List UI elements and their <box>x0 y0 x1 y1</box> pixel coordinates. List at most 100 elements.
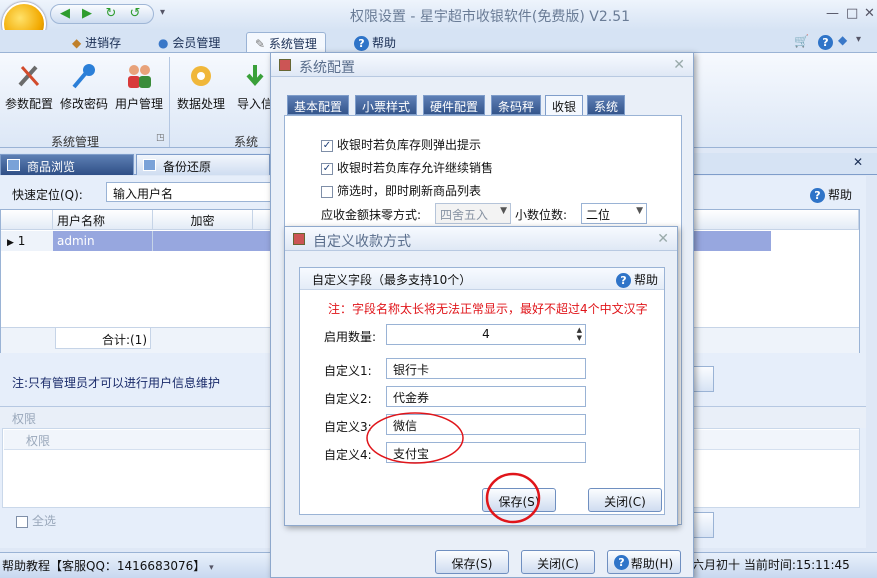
custom-save-button[interactable]: 保存(S) <box>482 488 556 512</box>
grid-header-username[interactable]: 用户名称 <box>53 210 153 230</box>
group-launcher-icon[interactable]: ◳ <box>156 133 165 143</box>
option-negative-stock-allow[interactable]: ✓ 收银时若负库存允许继续销售 <box>321 159 493 176</box>
help-label: 帮助 <box>634 273 659 287</box>
data-processing-button[interactable]: 数据处理 <box>174 61 228 112</box>
checkbox-checked: ✓ <box>321 139 333 152</box>
button-label: 修改密码 <box>59 97 108 111</box>
option-negative-stock-prompt[interactable]: ✓ 收银时若负库存则弹出提示 <box>321 136 481 153</box>
doc-tab-product-browse[interactable]: 商品浏览 <box>0 154 134 175</box>
dialog-close-icon[interactable]: ✕ <box>673 57 685 73</box>
custom-field-4-input[interactable]: 支付宝 <box>386 442 586 463</box>
grid-icon <box>7 159 20 171</box>
status-dropdown-icon[interactable]: ▾ <box>209 563 214 573</box>
dialog-title-bar: 自定义收款方式 ✕ <box>285 227 677 251</box>
dialog-title: 系统配置 <box>299 60 355 76</box>
custom-field-1-input[interactable]: 银行卡 <box>386 358 586 379</box>
tab-help[interactable]: ? 帮助 <box>346 32 404 52</box>
tab-system[interactable]: ✎ 系统管理 <box>246 32 326 52</box>
option-label: 筛选时，即时刷新商品列表 <box>337 184 482 198</box>
group-help-link[interactable]: ? 帮助 <box>616 271 658 288</box>
tab-receipt-style[interactable]: 小票样式 <box>355 95 418 115</box>
rounding-value: 四舍五入 <box>440 208 489 222</box>
table-row-indicator[interactable]: ▶ 1 <box>1 231 53 251</box>
custom-field-group: 自定义字段（最多支持10个） ? 帮助 注：字段名称太长将无法正常显示，最好不超过… <box>299 267 665 515</box>
select-all-checkbox[interactable]: 全选 <box>16 512 56 529</box>
tools-icon <box>18 65 40 87</box>
status-datetime: 六月初十 当前时间:15:11:45 <box>692 558 850 572</box>
quick-access-toolbar: ◀ ▶ ↻ ↺ <box>50 4 154 24</box>
tab-label: 备份还原 <box>163 160 212 174</box>
tab-label: 帮助 <box>372 36 397 50</box>
config-close-button[interactable]: 关闭(C) <box>521 550 595 574</box>
admin-note: 注:只有管理员才可以进行用户信息维护 <box>12 376 221 390</box>
dialog-icon <box>293 233 305 245</box>
quick-locate-input[interactable]: 输入用户名 <box>106 182 276 202</box>
tab-inventory[interactable]: ◆ 进销存 <box>64 32 129 52</box>
dialog-icon <box>279 59 291 71</box>
refresh-icon[interactable]: ↻ <box>103 7 119 21</box>
help-icon: ? <box>354 36 369 51</box>
checkbox-unchecked <box>321 185 333 198</box>
group-separator <box>169 57 170 147</box>
back-icon[interactable]: ◀ <box>57 7 73 21</box>
help-icon: ? <box>616 273 631 288</box>
rounding-select[interactable]: 四舍五入 ▼ <box>435 203 511 224</box>
cart-icon[interactable]: 🛒 <box>794 34 809 48</box>
doc-tab-backup-restore[interactable]: 备份还原 <box>136 154 270 175</box>
gear-icon <box>191 66 211 86</box>
restore-button[interactable]: □ <box>846 6 858 21</box>
help-link[interactable]: ? 帮助 <box>810 186 852 203</box>
undo-icon[interactable]: ↺ <box>127 7 143 21</box>
select-all-label: 全选 <box>32 514 57 528</box>
tab-cashier[interactable]: 收银 <box>545 95 584 116</box>
custom-field-2-input[interactable]: 代金券 <box>386 386 586 407</box>
forward-icon[interactable]: ▶ <box>79 7 95 21</box>
qat-dropdown-icon[interactable]: ▾ <box>160 7 165 18</box>
close-button[interactable]: ✕ <box>864 6 875 21</box>
button-label: 数据处理 <box>176 97 225 111</box>
param-config-button[interactable]: 参数配置 <box>2 61 56 112</box>
ribbon-dropdown-icon[interactable]: ▾ <box>856 34 861 45</box>
help-icon: ? <box>810 188 825 203</box>
spin-arrows-icon[interactable]: ▲ ▼ <box>577 326 582 342</box>
help-icon: ? <box>614 555 629 570</box>
skin-icon[interactable]: ◆ <box>838 33 847 47</box>
status-help-text[interactable]: 帮助教程【客服QQ：1416683076】 <box>2 559 205 573</box>
tab-label: 商品浏览 <box>27 160 76 174</box>
chevron-down-icon: ▼ <box>636 206 643 216</box>
custom-close-button[interactable]: 关闭(C) <box>588 488 662 512</box>
dialog-close-icon[interactable]: ✕ <box>657 231 669 247</box>
close-tab-icon[interactable]: ✕ <box>853 155 863 169</box>
ribbon-tab-bar: ◆ 进销存 ● 会员管理 ✎ 系统管理 ? 帮助 🛒 ? ◆ ▾ <box>0 30 877 52</box>
tab-system-settings[interactable]: 系统 <box>587 95 626 115</box>
grid-header-encrypt[interactable]: 加密 <box>153 210 253 230</box>
tab-barcode-scale[interactable]: 条码秤 <box>491 95 542 115</box>
dialog-title: 自定义收款方式 <box>313 234 411 250</box>
field-length-warning: 注：字段名称太长将无法正常显示，最好不超过4个中文汉字 <box>328 302 648 316</box>
user-management-button[interactable]: 用户管理 <box>112 61 166 112</box>
tab-basic-config[interactable]: 基本配置 <box>287 95 350 115</box>
grid-header-indicator <box>1 210 53 230</box>
window-title: 权限设置 - 星宇超市收银软件(免费版) V2.51 <box>349 9 631 25</box>
table-cell-username[interactable]: admin <box>53 231 153 251</box>
help-icon[interactable]: ? <box>818 35 833 50</box>
rounding-label: 应收金额抹零方式: <box>321 208 422 222</box>
enable-count-stepper[interactable]: 4 ▲ ▼ <box>386 324 586 345</box>
tab-members[interactable]: ● 会员管理 <box>150 32 228 52</box>
custom-field-3-input[interactable]: 微信 <box>386 414 586 435</box>
config-save-button[interactable]: 保存(S) <box>435 550 509 574</box>
config-help-button[interactable]: ? 帮助(H) <box>607 550 681 574</box>
grid-total: 合计:(1) <box>55 327 151 349</box>
tab-label: 进销存 <box>85 36 122 50</box>
decimal-value: 二位 <box>586 208 611 222</box>
minimize-button[interactable]: — <box>826 6 839 21</box>
change-password-button[interactable]: 修改密码 <box>57 61 111 112</box>
group-label-system: 系统 <box>233 135 258 149</box>
users-icon <box>128 65 151 88</box>
button-label: 参数配置 <box>4 97 53 111</box>
option-instant-refresh[interactable]: 筛选时，即时刷新商品列表 <box>321 182 481 199</box>
checkbox-box <box>16 515 28 528</box>
row-pointer-icon: ▶ <box>7 238 14 248</box>
tab-hardware-config[interactable]: 硬件配置 <box>423 95 486 115</box>
decimal-select[interactable]: 二位 ▼ <box>581 203 647 224</box>
